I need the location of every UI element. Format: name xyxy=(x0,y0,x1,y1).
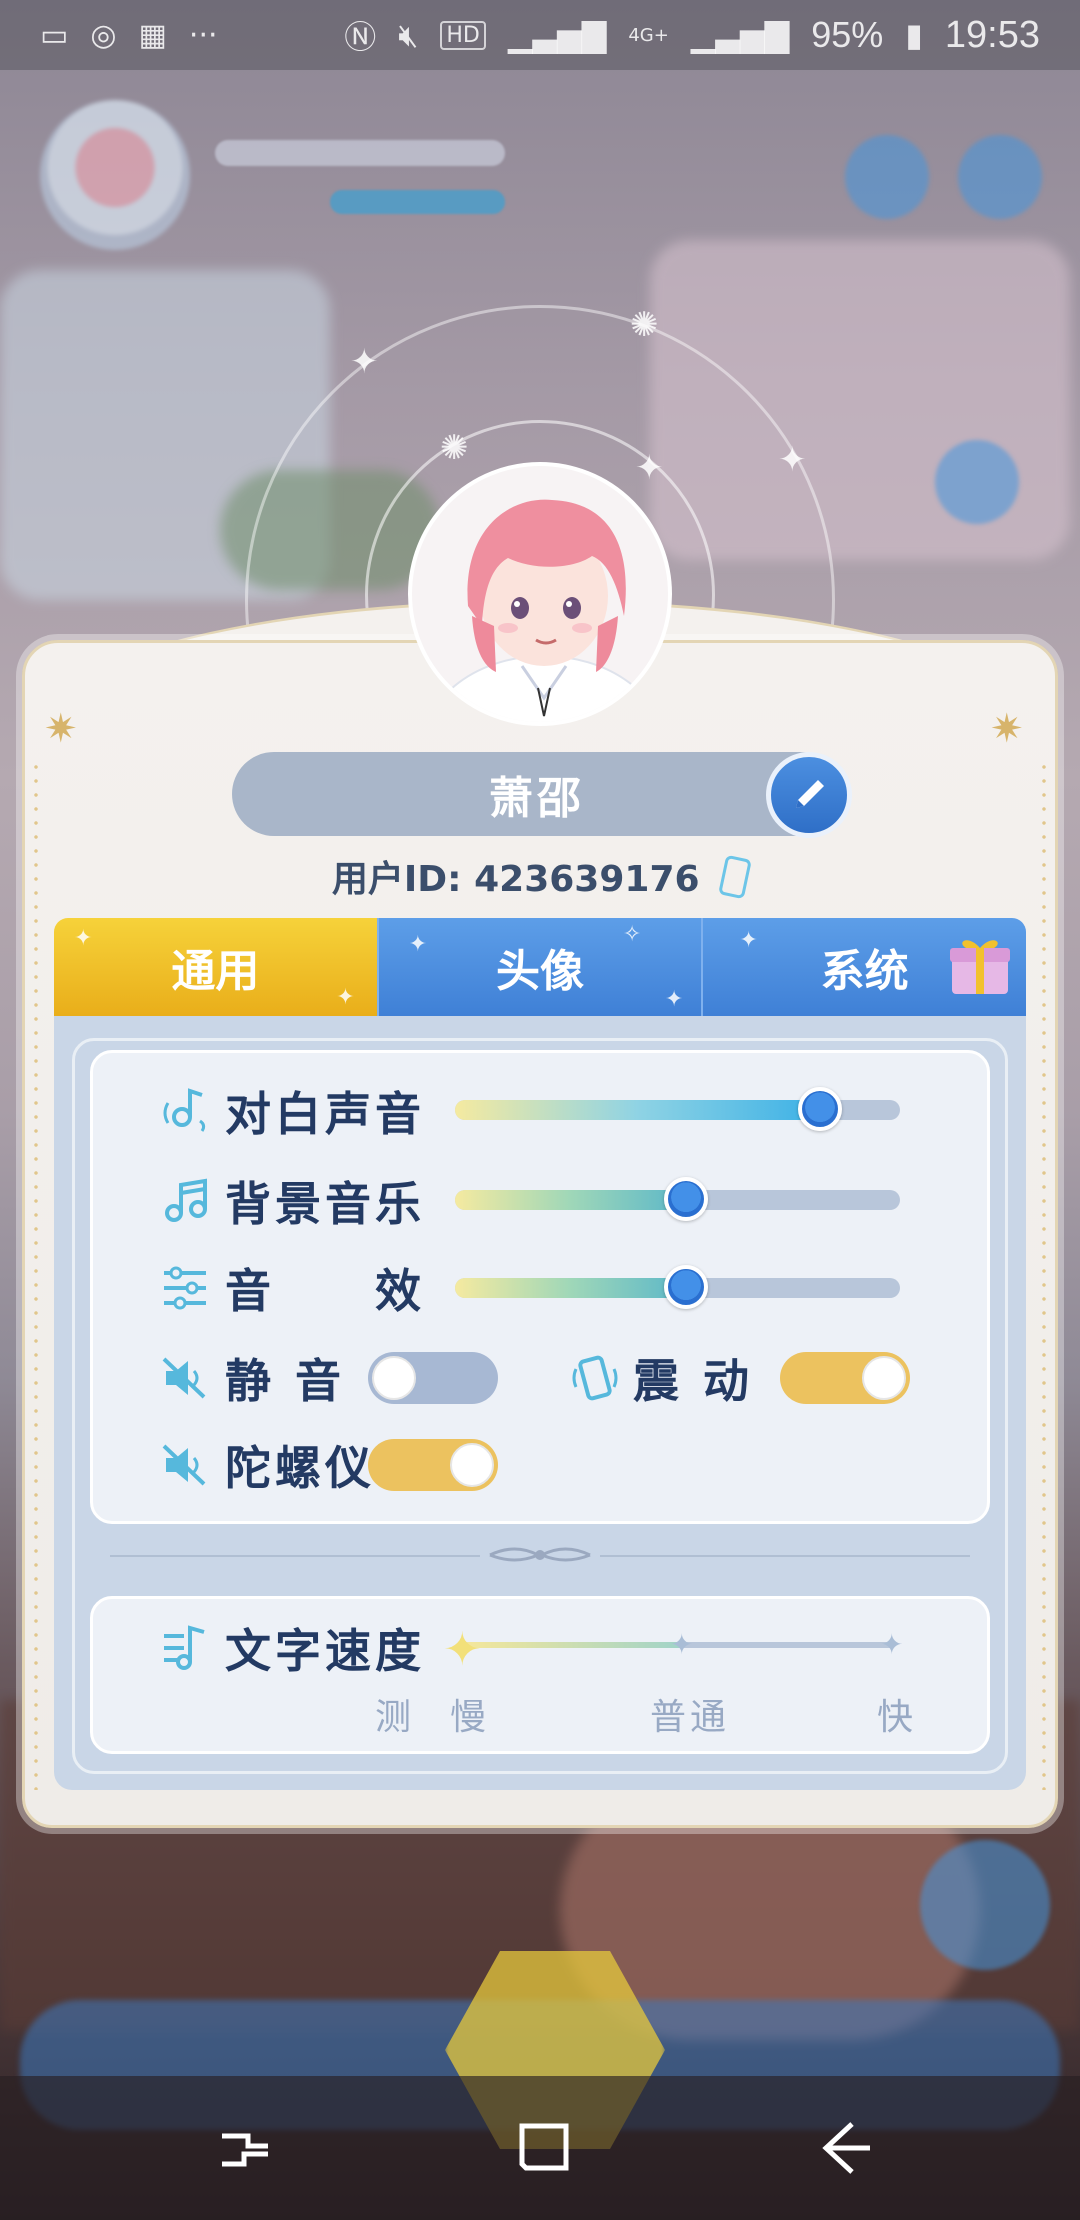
speed-mark-icon: ✦ xyxy=(670,1628,694,1661)
tab-system[interactable]: ✦ 系统 xyxy=(703,918,1027,1016)
gallery-icon: ▦ xyxy=(138,17,167,53)
sparkle-icon: ✦ xyxy=(336,985,355,1010)
tab-general[interactable]: ✦ ✦ 通用 xyxy=(54,918,379,1016)
sparkle-icon: ✦ xyxy=(664,987,684,1012)
more-icon: ··· xyxy=(188,17,218,53)
android-nav-bar xyxy=(0,2076,1080,2220)
sparkle-icon: ✺ xyxy=(630,305,659,345)
tab-label: 头像 xyxy=(496,946,584,997)
voice-note-icon xyxy=(163,1088,206,1132)
gyroscope-toggle[interactable] xyxy=(368,1439,498,1491)
card-border-dots-left xyxy=(34,760,38,1790)
vibrate-icon xyxy=(572,1355,618,1401)
bgm-label: 背景音乐 xyxy=(225,1177,425,1231)
speed-handle-star-icon[interactable]: ✦ xyxy=(443,1622,482,1676)
bg-event-button xyxy=(935,440,1019,524)
user-id-label: 用户ID: xyxy=(331,859,462,900)
mute-label: 静 音 xyxy=(225,1354,346,1408)
mute-icon xyxy=(162,1444,206,1486)
bgm-slider[interactable] xyxy=(455,1177,900,1221)
phone-icon[interactable] xyxy=(718,854,752,900)
pencil-icon xyxy=(796,780,824,808)
tab-bar: ✦ ✦ 通用 ✦ ✦ ✧ 头像 ✦ 系统 xyxy=(54,918,1027,1016)
text-speed-icon xyxy=(164,1625,205,1670)
slider-fill xyxy=(455,1190,687,1210)
sparkle-icon: ✦ xyxy=(635,448,664,488)
sfx-slider[interactable] xyxy=(455,1265,900,1309)
sparkle-icon: ✦ xyxy=(739,928,758,953)
speed-option-fast[interactable]: 快 xyxy=(877,1688,923,1740)
tab-label: 系统 xyxy=(820,946,909,997)
slider-knob[interactable] xyxy=(797,1087,842,1131)
battery-percent: 95% xyxy=(811,14,884,55)
bg-name-bar xyxy=(215,140,505,166)
status-left-icons: ▭ ◎ ▦ ··· xyxy=(40,18,218,53)
avatar-portrait xyxy=(412,466,668,722)
tab-label: 通用 xyxy=(171,946,260,997)
vibrate-label: 震 动 xyxy=(633,1354,754,1408)
gift-icon[interactable] xyxy=(948,932,1012,998)
signal-icon: ▁▃▅▇ xyxy=(507,16,607,54)
divider-ornament-icon xyxy=(480,1535,600,1575)
sparkle-icon: ✧ xyxy=(622,922,642,947)
corner-star-icon: ✷ xyxy=(990,706,1024,752)
home-icon[interactable] xyxy=(500,2106,590,2190)
speed-mark-icon: ✦ xyxy=(880,1628,904,1661)
vibrate-toggle[interactable] xyxy=(780,1352,910,1404)
dialogue-voice-slider[interactable] xyxy=(455,1087,900,1131)
speed-option-test[interactable]: 测 xyxy=(375,1688,421,1740)
sync-icon: ◎ xyxy=(90,17,117,53)
text-speed-label: 文字速度 xyxy=(225,1624,425,1678)
back-icon[interactable] xyxy=(800,2106,890,2190)
mute-icon: 🔇︎ xyxy=(398,15,419,54)
player-name: 萧邵 xyxy=(489,773,585,824)
mute-icon xyxy=(162,1357,206,1399)
text-speed-fill xyxy=(465,1642,685,1648)
name-pill: 萧邵 xyxy=(232,752,842,836)
bg-flower-button xyxy=(920,1840,1050,1970)
dialogue-voice-label: 对白声音 xyxy=(225,1087,425,1141)
signal-icon-2: ▁▃▅▇ xyxy=(690,16,790,54)
speed-option-normal[interactable]: 普通 xyxy=(650,1688,730,1740)
battery-icon: ▮ xyxy=(905,16,923,54)
avatar[interactable] xyxy=(408,462,672,726)
tab-avatar[interactable]: ✦ ✦ ✧ 头像 xyxy=(378,918,704,1016)
sparkle-icon: ✦ xyxy=(778,440,807,480)
sparkle-icon: ✦ xyxy=(74,926,93,951)
bg-mail-button xyxy=(845,135,929,219)
speed-option-slow[interactable]: 慢 xyxy=(450,1688,496,1740)
gyroscope-label: 陀螺仪 xyxy=(225,1441,375,1495)
nfc-icon: Ⓝ xyxy=(344,18,377,56)
toggle-knob xyxy=(372,1356,416,1400)
toggle-knob xyxy=(450,1443,494,1487)
sparkle-icon: ✦ xyxy=(408,932,428,957)
user-id-line: 用户ID: 423639176 xyxy=(0,850,1080,902)
card-border-dots-right xyxy=(1042,760,1046,1790)
sparkle-icon: ✦ xyxy=(350,342,379,382)
bg-shop-button xyxy=(958,135,1042,219)
slider-fill xyxy=(455,1100,820,1120)
clock: 19:53 xyxy=(944,13,1040,56)
sparkle-icon: ✺ xyxy=(440,428,469,468)
hd-icon: HD xyxy=(440,20,486,50)
user-id-value: 423639176 xyxy=(474,859,700,900)
bg-level-bar xyxy=(330,190,505,214)
status-right-icons: Ⓝ 🔇︎ HD ▁▃▅▇ 4G+ ▁▃▅▇ 95% ▮ 19:53 xyxy=(344,12,1040,58)
bg-player-avatar xyxy=(40,100,190,250)
4g-icon: 4G+ xyxy=(628,24,669,46)
edit-name-button[interactable] xyxy=(766,752,852,838)
status-bar: ▭ ◎ ▦ ··· Ⓝ 🔇︎ HD ▁▃▅▇ 4G+ ▁▃▅▇ 95% ▮ 19… xyxy=(0,0,1080,70)
toggle-knob xyxy=(862,1356,906,1400)
corner-star-icon: ✷ xyxy=(44,706,78,752)
music-note-icon xyxy=(165,1178,207,1222)
slider-fill xyxy=(455,1278,687,1298)
message-icon: ▭ xyxy=(40,17,69,53)
sfx-label: 音 效 xyxy=(225,1264,425,1318)
equalizer-icon xyxy=(164,1266,206,1310)
recent-apps-icon[interactable] xyxy=(200,2106,290,2190)
mute-toggle[interactable] xyxy=(368,1352,498,1404)
